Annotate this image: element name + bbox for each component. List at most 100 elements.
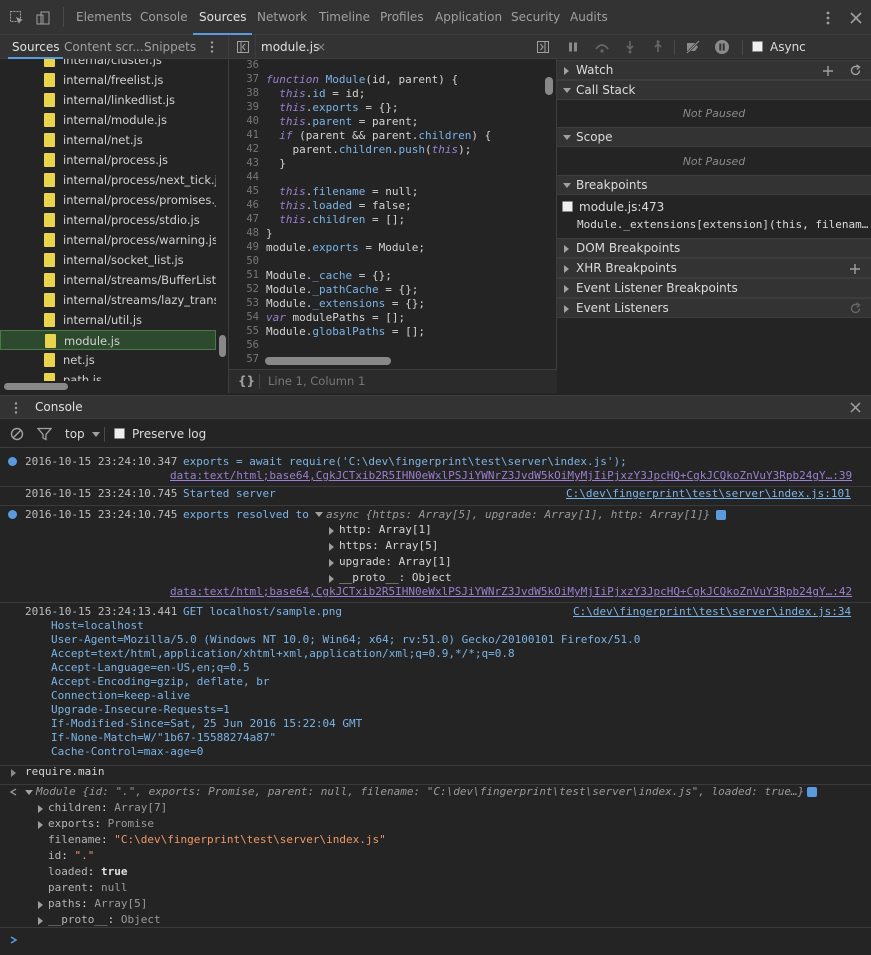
file-tree-item[interactable]: internal/streams/lazy_transfo [0, 290, 216, 310]
tab-elements[interactable]: Elements [76, 0, 132, 35]
tab-audits[interactable]: Audits [570, 0, 608, 35]
file-tree-item[interactable]: internal/socket_list.js [0, 250, 216, 270]
result-property[interactable]: children: Array[7] [48, 801, 167, 815]
result-property[interactable]: parent: null [48, 881, 128, 895]
tree-horizontal-scrollbar[interactable] [4, 383, 68, 390]
editor-tab-module-js[interactable]: module.js [261, 35, 319, 59]
tab-console[interactable]: Console [140, 0, 188, 35]
tab-profiles[interactable]: Profiles [380, 0, 424, 35]
tab-security[interactable]: Security [511, 0, 560, 35]
expand-object-icon[interactable] [315, 512, 323, 517]
file-tree-item[interactable]: internal/process/next_tick.js [0, 170, 216, 190]
expand-property-icon[interactable] [38, 917, 43, 925]
tab-application[interactable]: Application [435, 0, 502, 35]
close-devtools-icon[interactable] [848, 10, 864, 26]
tab-navigator-sources[interactable]: Sources [7, 35, 64, 59]
drawer-menu-icon[interactable] [10, 401, 22, 415]
clear-console-icon[interactable] [10, 427, 24, 441]
scope-section-header[interactable]: Scope [557, 127, 871, 147]
object-preview[interactable]: async {https: Array[5], upgrade: Array[1… [326, 508, 710, 522]
expand-property-icon[interactable] [329, 575, 334, 583]
inspect-element-icon[interactable] [9, 10, 25, 26]
tree-vertical-scrollbar[interactable] [219, 335, 226, 357]
file-tree-item[interactable]: internal/linkedlist.js [0, 90, 216, 110]
message-source-link[interactable]: data:text/html;base64,CgkJCTxib2R5IHN0eW… [170, 469, 852, 483]
navigator-menu-icon[interactable] [205, 40, 219, 54]
console-prompt-input[interactable] [25, 931, 865, 949]
result-property[interactable]: __proto__: Object [48, 913, 161, 927]
expand-property-icon[interactable] [329, 559, 334, 567]
object-property[interactable]: upgrade: Array[1] [339, 555, 452, 569]
call-stack-section-header[interactable]: Call Stack [557, 80, 871, 100]
async-checkbox[interactable] [752, 41, 763, 52]
breakpoint-location[interactable]: module.js:473 [579, 200, 664, 214]
xhr-breakpoints-section-header[interactable]: XHR Breakpoints [557, 258, 871, 278]
file-tree-item[interactable]: internal/module.js [0, 110, 216, 130]
event-listeners-section-header[interactable]: Event Listeners [557, 298, 871, 318]
tab-timeline[interactable]: Timeline [319, 0, 370, 35]
deactivate-breakpoints-icon[interactable] [685, 39, 701, 55]
file-tree-item[interactable]: path.js [0, 370, 216, 381]
toggle-navigator-icon[interactable] [236, 40, 250, 54]
tab-sources[interactable]: Sources [192, 0, 254, 35]
result-property[interactable]: paths: Array[5] [48, 897, 147, 911]
file-tree-item[interactable]: internal/streams/BufferList.js [0, 270, 216, 290]
tab-content-scripts[interactable]: Content scr... [64, 35, 144, 59]
file-tree-item[interactable]: module.js [0, 330, 216, 350]
watch-section-header[interactable]: Watch [557, 60, 871, 80]
code-area[interactable]: function Module(id, parent) { this.id = … [229, 59, 549, 369]
expand-result-icon[interactable] [25, 790, 33, 795]
message-source-link[interactable]: C:\dev\fingerprint\test\server\index.js:… [573, 605, 851, 619]
add-xhr-breakpoint-icon[interactable] [849, 263, 861, 275]
file-tree-item[interactable]: net.js [0, 350, 216, 370]
result-summary[interactable]: Module {id: ".", exports: Promise, paren… [36, 785, 804, 799]
file-tree-item[interactable]: internal/process.js [0, 150, 216, 170]
file-tree-item[interactable]: internal/process/stdio.js [0, 210, 216, 230]
pause-icon[interactable] [566, 40, 580, 54]
dom-breakpoints-section-header[interactable]: DOM Breakpoints [557, 238, 871, 258]
file-tree-item[interactable]: internal/process/promises.js [0, 190, 216, 210]
expand-property-icon[interactable] [329, 527, 334, 535]
step-into-icon[interactable] [623, 40, 637, 54]
expand-property-icon[interactable] [329, 543, 334, 551]
context-dropdown-icon[interactable] [92, 432, 100, 437]
more-options-icon[interactable] [820, 10, 836, 26]
toggle-debugger-icon[interactable] [536, 40, 550, 54]
result-property[interactable]: loaded: true [48, 865, 128, 879]
expand-property-icon[interactable] [38, 805, 43, 813]
result-property[interactable]: id: "." [48, 849, 94, 863]
pretty-print-icon[interactable]: {} [238, 370, 255, 392]
event-listener-breakpoints-section-header[interactable]: Event Listener Breakpoints [557, 278, 871, 298]
editor-horizontal-scrollbar[interactable] [265, 357, 391, 365]
refresh-watch-icon[interactable] [849, 64, 862, 77]
device-mode-icon[interactable] [35, 10, 51, 26]
step-over-icon[interactable] [594, 40, 610, 54]
result-property[interactable]: exports: Promise [48, 817, 154, 831]
message-source-link[interactable]: data:text/html;base64,CgkJCTxib2R5IHN0eW… [170, 585, 852, 599]
close-tab-icon[interactable]: × [316, 35, 326, 59]
object-property[interactable]: https: Array[5] [339, 539, 438, 553]
result-property[interactable]: filename: "C:\dev\fingerprint\test\serve… [48, 833, 386, 847]
preserve-log-checkbox[interactable] [114, 428, 125, 439]
object-property[interactable]: http: Array[1] [339, 523, 432, 537]
file-tree-item[interactable]: internal/util.js [0, 310, 216, 330]
filter-icon[interactable] [37, 427, 52, 441]
file-tree-item[interactable]: internal/process/warning.js [0, 230, 216, 250]
breakpoints-section-header[interactable]: Breakpoints [557, 175, 871, 195]
expand-property-icon[interactable] [38, 821, 43, 829]
editor-vertical-scrollbar[interactable] [545, 77, 553, 95]
pause-on-exceptions-icon[interactable] [714, 39, 730, 55]
tab-snippets[interactable]: Snippets [144, 35, 196, 59]
file-tree-item[interactable]: internal/freelist.js [0, 70, 216, 90]
message-source-link[interactable]: C:\dev\fingerprint\test\server\index.js:… [566, 487, 851, 501]
step-out-icon[interactable] [651, 40, 665, 54]
drawer-tab-console[interactable]: Console [35, 396, 83, 419]
tab-network[interactable]: Network [257, 0, 307, 35]
context-selector[interactable]: top [65, 420, 85, 448]
close-drawer-icon[interactable] [849, 401, 862, 414]
object-property[interactable]: __proto__: Object [339, 571, 452, 585]
file-tree-item[interactable]: internal/cluster.js [0, 59, 216, 70]
breakpoint-checkbox[interactable] [562, 201, 573, 212]
expand-property-icon[interactable] [38, 901, 43, 909]
add-watch-icon[interactable] [822, 65, 834, 77]
